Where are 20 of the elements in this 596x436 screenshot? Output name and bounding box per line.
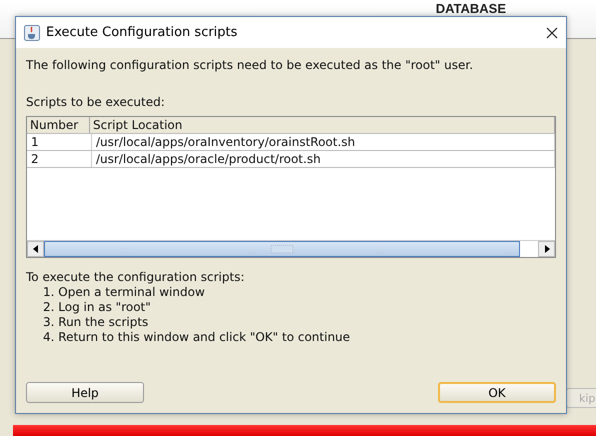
instruction-step: 1. Open a terminal window	[43, 285, 556, 300]
table-cell: 2	[27, 151, 92, 167]
scroll-left-icon[interactable]	[27, 241, 44, 257]
ok-button[interactable]: OK	[438, 382, 556, 403]
instructions-title: To execute the configuration scripts:	[26, 270, 246, 285]
table-label: Scripts to be executed:	[26, 95, 166, 110]
table-cell: 1	[27, 134, 92, 150]
help-button[interactable]: Help	[26, 382, 144, 403]
instruction-step: 3. Run the scripts	[43, 315, 556, 330]
column-header[interactable]: Script Location	[90, 117, 555, 133]
instruction-step: 2. Log in as "root"	[43, 300, 556, 315]
table-cell: /usr/local/apps/oracle/product/root.sh	[92, 151, 555, 167]
close-icon[interactable]	[546, 26, 558, 38]
table-cell: /usr/local/apps/oraInventory/orainstRoot.sh	[92, 134, 555, 150]
message-text: The following configuration scripts need to be executed as the "root" user.	[26, 58, 474, 73]
brand-text: DATABASE	[436, 1, 506, 16]
window-title: Execute Configuration scripts	[46, 25, 238, 40]
scroll-right-icon[interactable]	[538, 241, 555, 257]
instruction-step: 4. Return to this window and click "OK" to continue	[43, 330, 556, 345]
column-header[interactable]: Number	[27, 117, 90, 133]
